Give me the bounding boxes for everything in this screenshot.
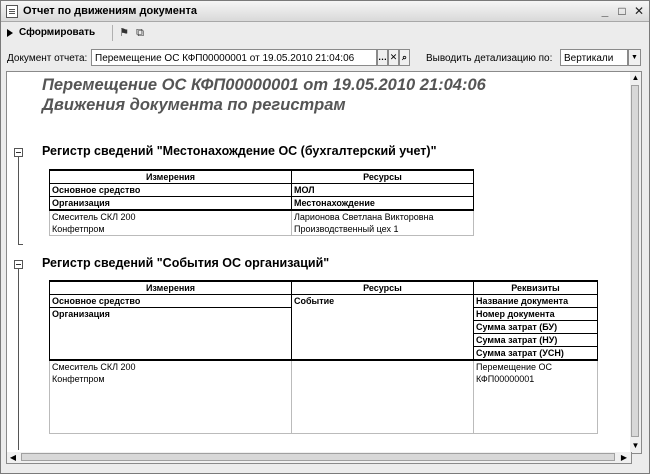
toolbar-separator [112, 25, 113, 41]
attr-cost-usn: Сумма затрат (УСН) [473, 346, 598, 361]
attr-cost-nu: Сумма затрат (НУ) [473, 333, 598, 347]
attr-cost-bu: Сумма затрат (БУ) [473, 320, 598, 334]
report-subtitle: Движения документа по регистрам [42, 96, 346, 114]
cell-empty [473, 421, 598, 434]
cell-empty [49, 385, 292, 397]
report-title: Перемещение ОС КФП00000001 от 19.05.2010… [42, 76, 486, 94]
col-attributes: Реквизиты [473, 280, 598, 295]
register2-title: Регистр сведений "События ОС организаций… [42, 256, 330, 270]
res-mol: МОЛ [291, 183, 474, 197]
minus-box-icon[interactable] [14, 148, 23, 157]
scroll-up-icon[interactable]: ▲ [630, 72, 641, 84]
report-area[interactable]: Перемещение ОС КФП00000001 от 19.05.2010… [6, 71, 632, 454]
cell-org: Конфетпром [49, 373, 292, 385]
group-line [18, 157, 19, 244]
play-triangle-icon [7, 29, 13, 37]
col-dimensions: Измерения [49, 280, 292, 295]
document-field[interactable]: Перемещение ОС КФП00000001 от 19.05.2010… [91, 49, 377, 66]
attr-doc-name: Название документа [473, 294, 598, 308]
cell-empty [49, 421, 292, 434]
maximize-button[interactable]: □ [614, 3, 630, 19]
attr-doc-number: Номер документа [473, 307, 598, 321]
close-button[interactable]: ✕ [631, 3, 647, 19]
vertical-scroll-thumb[interactable] [631, 85, 639, 437]
dropdown-arrow-icon[interactable]: ▼ [628, 49, 641, 66]
flag-icon[interactable]: ⚑ [117, 26, 131, 40]
cell-event [291, 360, 474, 434]
dim-asset: Основное средство [49, 294, 292, 308]
col-resources: Ресурсы [291, 169, 474, 184]
document-icon [6, 5, 18, 18]
minus-box-icon[interactable] [14, 260, 23, 269]
detail-label: Выводить детализацию по: [426, 53, 553, 64]
register1-title: Регистр сведений "Местонахождение ОС (бу… [42, 144, 437, 158]
report-window: Отчет по движениям документа _ □ ✕ Сформ… [0, 0, 650, 474]
group-line-end [18, 244, 23, 245]
horizontal-scroll-thumb[interactable] [21, 453, 615, 461]
dim-org: Организация [49, 196, 292, 211]
cell-empty [473, 385, 598, 397]
cell-empty [49, 397, 292, 409]
clear-x-icon[interactable]: ✕ [388, 49, 399, 66]
cell-empty [473, 409, 598, 421]
cell-asset: Смеситель СКЛ 200 [49, 210, 292, 223]
parameters-row: Документ отчета: Перемещение ОС КФП00000… [1, 46, 649, 70]
cell-mol: Ларионова Светлана Викторовна [291, 210, 474, 223]
scroll-left-icon[interactable]: ◀ [7, 452, 19, 463]
register2-table: Измерения Ресурсы Реквизиты Основное сре… [49, 280, 598, 434]
document-label: Документ отчета: [7, 53, 88, 64]
group-line [18, 269, 19, 450]
vertical-scrollbar[interactable]: ▲ ▼ [630, 71, 642, 454]
cell-doc-name: Перемещение ОС [473, 360, 598, 373]
cell-empty [49, 409, 292, 421]
title-bar: Отчет по движениям документа _ □ ✕ [1, 1, 649, 22]
col-dimensions: Измерения [49, 169, 292, 184]
generate-button-label: Сформировать [19, 27, 96, 38]
cell-asset: Смеситель СКЛ 200 [49, 360, 292, 373]
dim-asset: Основное средство [49, 183, 292, 197]
register1-table: Измерения Ресурсы Основное средство МОЛ … [49, 169, 474, 236]
res-location: Местонахождение [291, 196, 474, 211]
magnifier-icon[interactable]: ⌕ [399, 49, 410, 66]
minimize-button[interactable]: _ [597, 3, 613, 19]
ellipsis-icon[interactable]: … [377, 49, 388, 66]
scroll-down-icon[interactable]: ▼ [630, 440, 641, 452]
generate-button[interactable]: Сформировать [7, 25, 95, 41]
cell-org: Конфетпром [49, 223, 292, 236]
scroll-right-icon[interactable]: ▶ [618, 452, 630, 463]
cell-doc-number: КФП00000001 [473, 373, 598, 385]
dim-org: Организация [49, 307, 292, 361]
detail-select[interactable]: Вертикали [560, 49, 628, 66]
toolbar: Сформировать ⚑ ⧉ [1, 22, 649, 44]
res-event: Событие [291, 294, 474, 361]
window-title: Отчет по движениям документа [23, 5, 198, 17]
cell-location: Производственный цех 1 [291, 223, 474, 236]
copy-icon[interactable]: ⧉ [133, 26, 147, 40]
col-resources: Ресурсы [291, 280, 474, 295]
horizontal-scrollbar[interactable]: ◀ ▶ [6, 452, 632, 464]
cell-empty [473, 397, 598, 409]
